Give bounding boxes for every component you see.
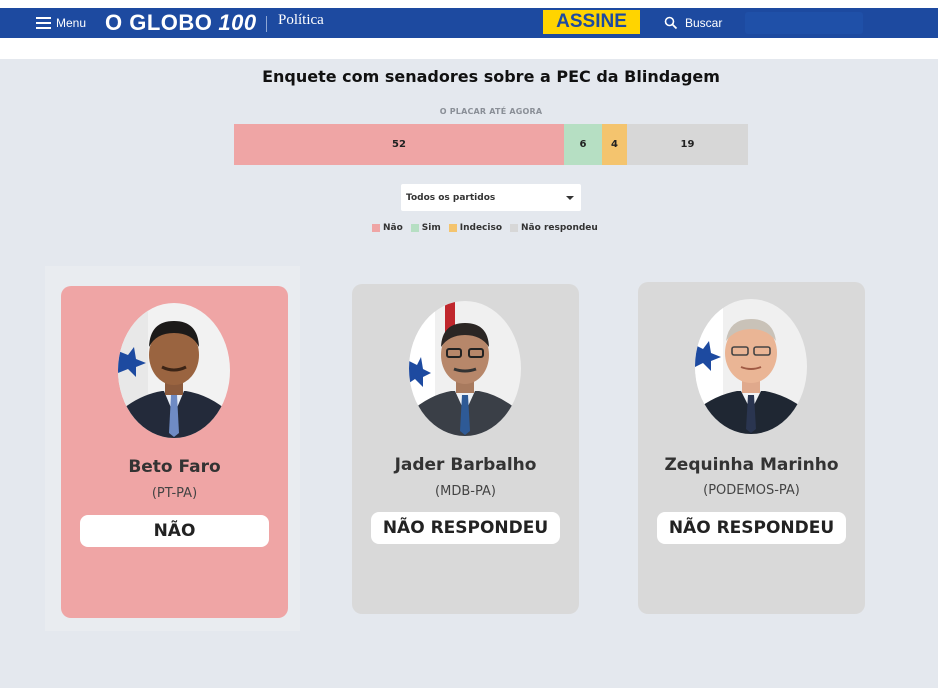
chevron-down-icon [566, 196, 574, 200]
legend-label: Não respondeu [521, 223, 598, 233]
legend: Não Sim Indeciso Não respondeu [372, 221, 598, 235]
senator-name: Zequinha Marinho [664, 455, 839, 475]
search-icon [664, 16, 678, 30]
senator-photo [118, 303, 230, 438]
score-nao: 52 [234, 124, 564, 165]
legend-label: Não [383, 223, 403, 233]
senator-name: Beto Faro [128, 457, 221, 477]
legend-label: Indeciso [459, 223, 503, 233]
legend-item-nao-respondeu: Não respondeu [510, 223, 598, 233]
poll-title: Enquete com senadores sobre a PEC da Bli… [262, 67, 720, 86]
senator-name: Jader Barbalho [394, 455, 537, 475]
score-sim: 6 [564, 124, 602, 165]
header-divider [266, 16, 267, 32]
legend-swatch [510, 224, 519, 232]
ad-band [0, 38, 938, 59]
senator-vote-badge: NÃO RESPONDEU [371, 512, 560, 544]
logo-text: O GLOBO [105, 10, 213, 35]
legend-label: Sim [421, 223, 441, 233]
legend-swatch [448, 224, 457, 232]
senator-vote-badge: NÃO RESPONDEU [657, 512, 846, 544]
legend-item-nao: Não [372, 223, 403, 233]
senator-party: (PT-PA) [151, 486, 198, 501]
scoreboard-bar: 52 6 4 19 [234, 124, 748, 165]
party-filter-value: Todos os partidos [406, 192, 496, 203]
search-label: Buscar [685, 16, 723, 30]
top-strip [0, 0, 938, 8]
legend-item-indeciso: Indeciso [448, 223, 503, 233]
party-filter-select[interactable]: Todos os partidos [401, 184, 581, 211]
scoreboard-label: O PLACAR ATÉ AGORA [439, 107, 543, 116]
senator-card-zequinha-marinho[interactable]: Zequinha Marinho (PODEMOS-PA) NÃO RESPON… [638, 282, 865, 614]
score-nao-respondeu: 19 [627, 124, 748, 165]
search-button[interactable]: Buscar [664, 13, 722, 33]
menu-button[interactable]: Menu [36, 14, 86, 32]
subscribe-button[interactable]: ASSINE [543, 10, 640, 34]
senator-card-jader-barbalho[interactable]: Jader Barbalho (MDB-PA) NÃO RESPONDEU [352, 284, 579, 614]
legend-item-sim: Sim [410, 223, 441, 233]
score-indeciso: 4 [602, 124, 627, 165]
search-input[interactable] [745, 12, 863, 34]
menu-label: Menu [56, 16, 87, 30]
site-header: Menu O GLOBO 100 Política ASSINE Buscar [0, 8, 938, 38]
senator-card-beto-faro[interactable]: Beto Faro (PT-PA) NÃO [61, 286, 288, 618]
logo-badge: 100 [218, 10, 257, 35]
legend-swatch [410, 224, 419, 232]
senator-vote-badge: NÃO [80, 515, 269, 547]
site-logo[interactable]: O GLOBO 100 [105, 9, 257, 37]
senator-photo [695, 299, 807, 434]
senator-party: (PODEMOS-PA) [703, 483, 800, 498]
senator-party: (MDB-PA) [435, 484, 496, 499]
section-link[interactable]: Política [278, 12, 324, 29]
legend-swatch [372, 224, 380, 232]
senator-photo [409, 301, 521, 436]
hamburger-icon [36, 17, 51, 29]
